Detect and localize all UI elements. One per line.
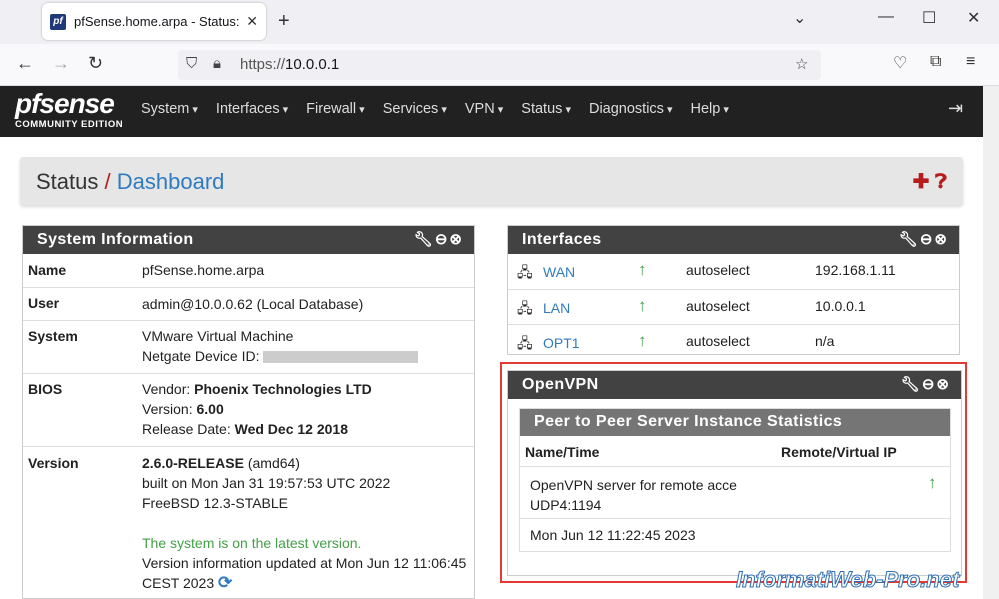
menu-status[interactable]: Status — [521, 101, 571, 117]
tab-title: pfSense.home.arpa - Status: Da — [74, 14, 242, 29]
interface-link[interactable]: LAN — [543, 300, 570, 316]
bios-vendor: Phoenix Technologies LTD — [194, 381, 372, 397]
menu-services[interactable]: Services — [383, 101, 447, 117]
new-tab-icon[interactable]: + — [278, 10, 290, 33]
label-bios: BIOS — [28, 381, 63, 397]
url-text[interactable]: https://10.0.0.1 — [240, 56, 339, 73]
pfsense-navbar: pfsense COMMUNITY EDITION System Interfa… — [0, 86, 999, 137]
value-system: VMware Virtual Machine — [142, 328, 294, 344]
breadcrumb-status: Status — [36, 169, 99, 194]
help-icon[interactable]: ❓︎ — [935, 171, 947, 193]
bios-version: 6.00 — [196, 401, 224, 417]
bookmark-star-icon[interactable]: ☆ — [795, 55, 808, 73]
browser-tab-bar: pf pfSense.home.arpa - Status: Da ✕ + ⌄ … — [0, 0, 999, 44]
breadcrumb-dashboard[interactable]: Dashboard — [117, 169, 225, 194]
close-panel-icon[interactable]: ⊗ — [449, 231, 464, 248]
highlight-box: OpenVPN 🔧︎⊖⊗ Peer to Peer Server Instanc… — [500, 362, 967, 583]
network-icon: 🖧 — [517, 264, 533, 280]
watermark: InformatiWeb-Pro.net — [735, 567, 960, 593]
main-menu: System Interfaces Firewall Services VPN … — [141, 101, 747, 117]
minimize-panel-icon[interactable]: ⊖ — [922, 376, 937, 393]
menu-vpn[interactable]: VPN — [465, 101, 503, 117]
reload-icon[interactable]: ↻ — [88, 53, 103, 74]
up-arrow-icon: ↑ — [638, 331, 647, 350]
bios-date: Wed Dec 12 2018 — [234, 421, 348, 437]
panel-title: OpenVPN — [522, 376, 599, 393]
openvpn-panel: OpenVPN 🔧︎⊖⊗ Peer to Peer Server Instanc… — [507, 370, 962, 576]
browser-toolbar: ← → ↻ ⛉ 🔒︎ https://10.0.0.1 ☆ ♡ ⧉ ≡ — [0, 44, 999, 86]
server-time: Mon Jun 12 11:22:45 2023 — [530, 527, 696, 543]
update-status: The system is on the latest version. — [142, 535, 362, 551]
stats-title: Peer to Peer Server Instance Statistics — [520, 409, 950, 436]
shield-icon[interactable]: ⛉ — [186, 55, 197, 72]
label-name: Name — [28, 262, 67, 278]
close-panel-icon[interactable]: ⊗ — [936, 376, 951, 393]
close-panel-icon[interactable]: ⊗ — [934, 231, 949, 248]
back-icon[interactable]: ← — [16, 53, 34, 74]
minimize-icon[interactable]: — — [878, 8, 894, 26]
label-user: User — [28, 295, 60, 311]
up-arrow-icon: ↑ — [928, 473, 937, 492]
breadcrumb: Status / Dashboard ✚ ❓︎ — [20, 157, 963, 205]
col-name-time: Name/Time — [525, 444, 600, 460]
pfsense-favicon-icon: pf — [50, 13, 66, 30]
peer-to-peer-stats: Peer to Peer Server Instance Statistics … — [519, 408, 951, 552]
value-user: admin@10.0.0.62 (Local Database) — [142, 296, 364, 312]
network-icon: 🖧 — [517, 300, 533, 316]
server-name: OpenVPN server for remote acce — [530, 477, 737, 493]
up-arrow-icon: ↑ — [638, 296, 647, 315]
menu-interfaces[interactable]: Interfaces — [216, 101, 288, 117]
system-information-panel: System Information 🔧︎⊖⊗ Name pfSense.home… — [22, 225, 475, 599]
interface-row: 🖧 WAN ↑ autoselect 192.168.1.11 — [508, 254, 959, 289]
up-arrow-icon: ↑ — [638, 260, 647, 279]
wrench-icon[interactable]: 🔧︎ — [414, 231, 435, 248]
wrench-icon[interactable]: 🔧︎ — [901, 376, 922, 393]
add-widget-icon[interactable]: ✚ — [913, 171, 930, 193]
version-freebsd: FreeBSD 12.3-STABLE — [142, 495, 289, 511]
version-built: built on Mon Jan 31 19:57:53 UTC 2022 — [142, 475, 391, 491]
lock-icon[interactable]: 🔒︎ — [213, 55, 221, 72]
menu-help[interactable]: Help — [691, 101, 729, 117]
value-name: pfSense.home.arpa — [142, 262, 265, 278]
logout-icon[interactable]: ⇥ — [948, 98, 963, 119]
interface-row: 🖧 OPT1 ↑ autoselect n/a — [508, 324, 959, 359]
forward-icon[interactable]: → — [52, 53, 70, 74]
menu-system[interactable]: System — [141, 101, 198, 117]
menu-firewall[interactable]: Firewall — [306, 101, 365, 117]
extensions-icon[interactable]: ⧉ — [930, 53, 941, 71]
server-proto: UDP4:1194 — [530, 497, 602, 513]
address-bar[interactable]: ⛉ 🔒︎ https://10.0.0.1 ☆ — [178, 50, 821, 80]
interface-link[interactable]: WAN — [543, 264, 575, 280]
menu-icon[interactable]: ≡ — [966, 53, 975, 71]
label-system: System — [28, 328, 78, 344]
minimize-panel-icon[interactable]: ⊖ — [920, 231, 935, 248]
interface-link[interactable]: OPT1 — [543, 335, 580, 351]
panel-title: System Information — [37, 231, 194, 248]
netgate-label: Netgate Device ID: — [142, 348, 260, 364]
wrench-icon[interactable]: 🔧︎ — [899, 231, 920, 248]
close-tab-icon[interactable]: ✕ — [246, 13, 258, 30]
menu-diagnostics[interactable]: Diagnostics — [589, 101, 673, 117]
refresh-icon[interactable]: ⟳ — [218, 573, 232, 592]
interface-row: 🖧 LAN ↑ autoselect 10.0.0.1 — [508, 289, 959, 324]
page-scrollbar[interactable] — [983, 86, 999, 599]
network-icon: 🖧 — [517, 335, 533, 351]
interfaces-panel: Interfaces 🔧︎⊖⊗ 🖧 WAN ↑ autoselect 192.1… — [507, 225, 960, 355]
maximize-icon[interactable]: ☐ — [922, 8, 936, 28]
minimize-panel-icon[interactable]: ⊖ — [435, 231, 450, 248]
browser-tab[interactable]: pf pfSense.home.arpa - Status: Da ✕ — [42, 3, 266, 40]
version-updated: Version information updated at Mon Jun 1… — [142, 555, 467, 571]
col-remote-ip: Remote/Virtual IP — [781, 444, 897, 460]
tab-list-icon[interactable]: ⌄ — [793, 8, 806, 28]
pocket-icon[interactable]: ♡ — [893, 53, 907, 73]
panel-title: Interfaces — [522, 231, 602, 248]
label-version: Version — [28, 455, 79, 471]
version-release: 2.6.0-RELEASE — [142, 455, 244, 471]
close-window-icon[interactable]: ✕ — [967, 8, 980, 28]
pfsense-logo[interactable]: pfsense COMMUNITY EDITION — [15, 90, 123, 131]
netgate-id-blurred — [263, 351, 419, 364]
